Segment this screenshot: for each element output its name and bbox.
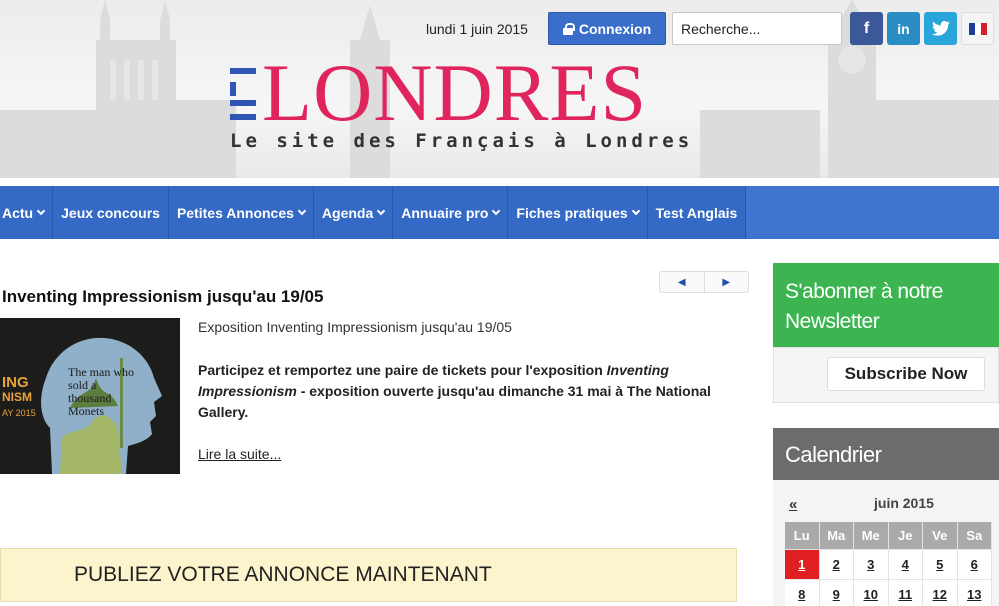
- logo-name: LONDRES: [262, 47, 648, 138]
- nav-item-test-anglais[interactable]: Test Anglais: [648, 186, 747, 239]
- calendar-day[interactable]: 11: [888, 580, 923, 606]
- twitter-icon[interactable]: [924, 12, 957, 45]
- nav-filler: [746, 186, 999, 239]
- site-logo[interactable]: LONDRES Le site des Français à Londres: [228, 50, 718, 160]
- nav-label: Agenda: [321, 204, 374, 221]
- nav-label: Petites Annonces: [176, 204, 294, 221]
- chevron-down-icon: [492, 206, 501, 216]
- calendar-day[interactable]: 2: [819, 550, 854, 580]
- article-body: Participez et remportez une paire de tic…: [198, 360, 738, 423]
- next-arrow-icon[interactable]: ▶: [705, 272, 749, 292]
- nav-label: Annuaire pro: [401, 204, 489, 221]
- calendar-day[interactable]: 5: [923, 550, 958, 580]
- calendar-grid: Lu Ma Me Je Ve Sa 1 2 3 4 5 6 8 9 10 11 …: [785, 522, 999, 606]
- current-date: lundi 1 juin 2015: [426, 21, 528, 37]
- calendar-day[interactable]: 3: [854, 550, 889, 580]
- chevron-down-icon: [36, 206, 46, 216]
- slider-pager: ◀ ▶: [659, 271, 749, 293]
- calendar-day[interactable]: 6: [957, 550, 992, 580]
- logo-ici: [230, 68, 256, 120]
- login-label: Connexion: [578, 20, 652, 37]
- calendar-day[interactable]: 12: [923, 580, 958, 606]
- article-body-text: Participez et remportez une paire de tic…: [198, 362, 607, 378]
- calendar-day[interactable]: 9: [819, 580, 854, 606]
- nav-label: Jeux concours: [61, 204, 160, 221]
- weekday-label: Ma: [819, 522, 854, 550]
- article-subtitle: Exposition Inventing Impressionism jusqu…: [198, 319, 512, 335]
- nav-item-fiches-pratiques[interactable]: Fiches pratiques: [508, 186, 648, 239]
- login-button[interactable]: Connexion: [548, 12, 666, 45]
- weekday-label: Sa: [957, 522, 992, 550]
- weekday-label: Je: [888, 522, 923, 550]
- nav-item-petites-annonces[interactable]: Petites Annonces: [169, 186, 314, 239]
- newsletter-title: S'abonner à notre Newsletter: [773, 263, 999, 347]
- main-nav: Actu Jeux concours Petites Annonces Agen…: [0, 186, 999, 239]
- calendar-month: juin 2015: [874, 495, 934, 511]
- thumbnail-quote: The man who sold a thousand Monets: [68, 365, 134, 418]
- calendar-day[interactable]: 13: [957, 580, 992, 606]
- calendar-day[interactable]: 8: [785, 580, 820, 606]
- thumbnail-text-ing: ING: [2, 374, 29, 391]
- calendar-day[interactable]: 4: [888, 550, 923, 580]
- nav-item-actu[interactable]: Actu: [0, 186, 54, 239]
- calendar-day[interactable]: 10: [854, 580, 889, 606]
- calendar-day-today[interactable]: 1: [785, 550, 820, 580]
- weekday-label: Ve: [923, 522, 958, 550]
- weekday-label: Me: [854, 522, 889, 550]
- read-more-link[interactable]: Lire la suite...: [198, 446, 281, 462]
- thumbnail-text-date: AY 2015: [2, 408, 36, 418]
- chevron-down-icon: [297, 206, 307, 216]
- nav-label: Fiches pratiques: [516, 204, 628, 221]
- calendar-week-row: 8 9 10 11 12 13: [785, 580, 999, 606]
- lock-icon: [562, 22, 575, 35]
- chevron-down-icon: [377, 206, 386, 216]
- article-thumbnail[interactable]: ING NISM AY 2015 The man who sold a thou…: [0, 318, 180, 474]
- article-title[interactable]: Inventing Impressionism jusqu'au 19/05: [2, 287, 323, 307]
- nav-label: Actu: [2, 204, 34, 221]
- language-selector[interactable]: [961, 12, 994, 45]
- chevron-down-icon: [631, 206, 640, 216]
- nav-item-annuaire-pro[interactable]: Annuaire pro: [393, 186, 509, 239]
- prev-arrow-icon[interactable]: ◀: [660, 272, 705, 292]
- site-header: lundi 1 juin 2015 Connexion f in LONDRES…: [0, 0, 999, 178]
- nav-item-agenda[interactable]: Agenda: [314, 186, 394, 239]
- thumbnail-text-nism: NISM: [2, 390, 32, 404]
- subscribe-button[interactable]: Subscribe Now: [827, 357, 985, 391]
- logo-tagline: Le site des Français à Londres: [230, 130, 694, 152]
- nav-item-jeux-concours[interactable]: Jeux concours: [53, 186, 169, 239]
- calendar-prev-month[interactable]: «: [789, 496, 797, 513]
- linkedin-icon[interactable]: in: [887, 12, 920, 45]
- calendar-title: Calendrier: [773, 428, 999, 480]
- weekday-label: Lu: [785, 522, 820, 550]
- french-flag-icon: [968, 22, 987, 35]
- publish-ad-banner[interactable]: PUBLIEZ VOTRE ANNONCE MAINTENANT: [0, 548, 737, 602]
- calendar-header-row: Lu Ma Me Je Ve Sa: [785, 522, 999, 550]
- search-input[interactable]: [672, 12, 842, 45]
- nav-label: Test Anglais: [655, 204, 738, 221]
- facebook-icon[interactable]: f: [850, 12, 883, 45]
- calendar-week-row: 1 2 3 4 5 6: [785, 550, 999, 580]
